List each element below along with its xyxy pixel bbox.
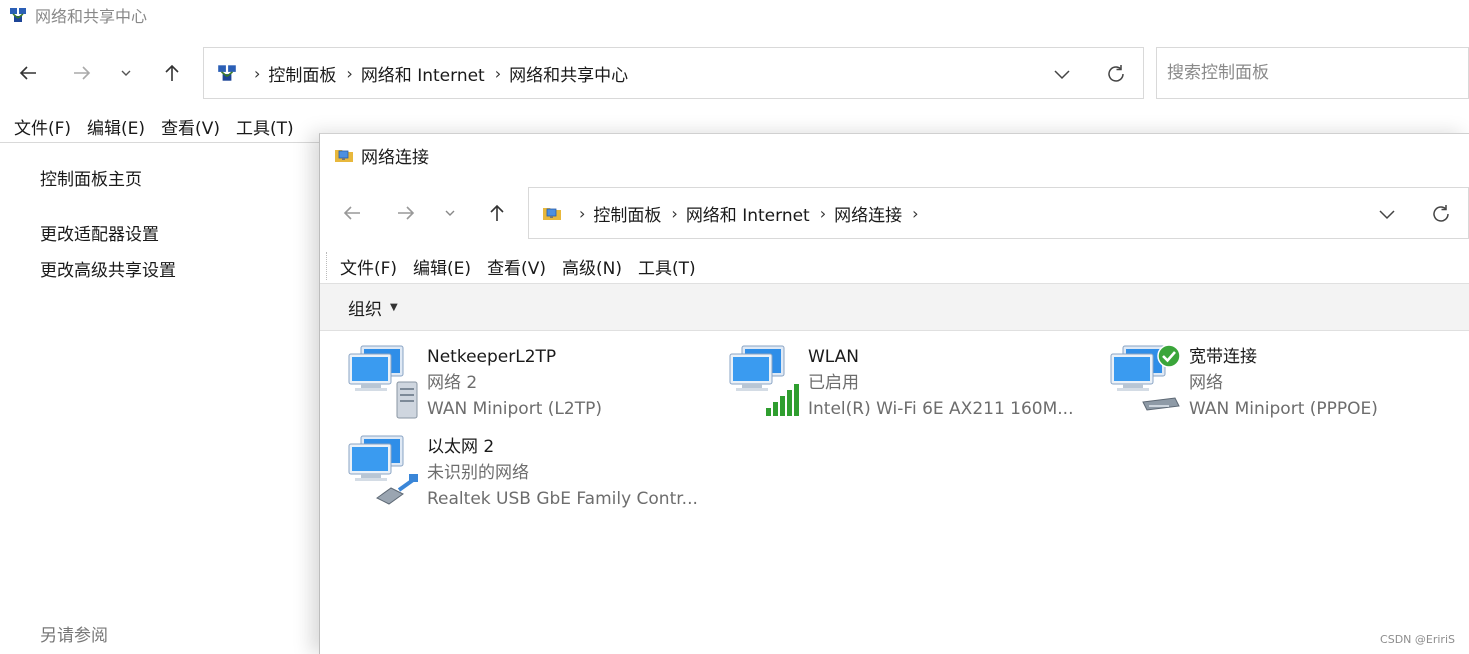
connection-status: 网络 2 [427, 373, 478, 393]
search-input[interactable] [1167, 63, 1468, 83]
arrow-left-icon [343, 206, 360, 220]
command-bar: 组织 ▼ [320, 283, 1469, 331]
arrow-right-icon [74, 66, 91, 80]
forward-button[interactable] [67, 58, 97, 88]
front-menu-bar: 文件(F) 编辑(E) 查看(V) 高级(N) 工具(T) [326, 252, 712, 280]
front-navigation-bar: › 控制面板 › 网络和 Internet › 网络连接 › [320, 186, 1469, 240]
chevron-down-icon [445, 210, 455, 216]
connection-device: Realtek USB GbE Family Contr... [427, 489, 698, 509]
menu-edit[interactable]: 编辑(E) [87, 114, 145, 139]
refresh-icon [1108, 65, 1124, 82]
front-window-titlebar: 网络连接 [320, 134, 1469, 176]
breadcrumb-item[interactable]: 网络和 Internet [686, 201, 810, 226]
breadcrumb-separator-icon: › [494, 63, 502, 83]
breadcrumb-item[interactable]: 网络和 Internet [361, 61, 485, 86]
breadcrumb-separator-icon[interactable]: › [912, 204, 918, 223]
search-box[interactable] [1156, 47, 1469, 99]
connection-status: 未识别的网络 [427, 463, 529, 483]
connection-name: NetkeeperL2TP [427, 347, 557, 367]
breadcrumb-item[interactable]: 控制面板 [593, 201, 661, 226]
refresh-button[interactable] [1104, 62, 1128, 86]
organize-button[interactable]: 组织 ▼ [348, 295, 398, 320]
connection-status: 网络 [1189, 373, 1223, 393]
connection-device: Intel(R) Wi-Fi 6E AX211 160M... [808, 399, 1074, 419]
menu-view[interactable]: 查看(V) [487, 254, 546, 279]
connection-device: WAN Miniport (PPPOE) [1189, 399, 1378, 419]
back-button[interactable] [13, 58, 43, 88]
watermark-text: CSDN @EririS [1380, 633, 1455, 646]
vpn-server-connection-icon [348, 345, 418, 419]
connection-item[interactable]: 宽带连接 网络 WAN Miniport (PPPOE) [1109, 344, 1469, 424]
menu-divider [0, 142, 320, 143]
control-panel-home-link[interactable]: 控制面板主页 [40, 165, 142, 190]
menu-file[interactable]: 文件(F) [340, 254, 397, 279]
change-advanced-sharing-link[interactable]: 更改高级共享设置 [40, 256, 176, 281]
network-connections-folder-icon [335, 150, 353, 162]
connection-item[interactable]: WLAN 已启用 Intel(R) Wi-Fi 6E AX211 160M... [728, 344, 1088, 424]
address-history-dropdown[interactable] [1050, 62, 1074, 86]
breadcrumb-item[interactable]: 网络和共享中心 [509, 61, 628, 86]
back-window-titlebar: 网络和共享中心 [0, 0, 1469, 30]
breadcrumb-separator-icon: › [819, 203, 827, 223]
menu-view[interactable]: 查看(V) [161, 114, 220, 139]
connection-name: 宽带连接 [1189, 347, 1257, 367]
breadcrumb-separator-icon: › [579, 203, 586, 223]
breadcrumb-separator-icon: › [254, 63, 261, 83]
network-connections-window: 网络连接 › 控制面板 › 网络和 Internet › 网络连接 › 文件(F… [319, 133, 1469, 654]
menu-edit[interactable]: 编辑(E) [413, 254, 471, 279]
arrow-right-icon [398, 206, 415, 220]
connection-device: WAN Miniport (L2TP) [427, 399, 602, 419]
connection-name: 以太网 2 [427, 437, 495, 457]
connection-status: 已启用 [808, 373, 859, 393]
address-history-dropdown[interactable] [1375, 202, 1399, 226]
change-adapter-settings-link[interactable]: 更改适配器设置 [40, 220, 159, 245]
breadcrumb-separator-icon: › [346, 63, 353, 83]
arrow-left-icon [19, 66, 36, 80]
see-also-heading: 另请参阅 [40, 626, 108, 646]
back-navigation-bar: › 控制面板 › 网络和 Internet › 网络和共享中心 [0, 46, 1469, 100]
breadcrumb-separator-icon: › [671, 203, 678, 223]
control-panel-icon [218, 65, 236, 81]
wifi-signal-connection-icon [729, 345, 799, 416]
breadcrumb-item[interactable]: 控制面板 [268, 61, 336, 86]
refresh-button[interactable] [1429, 202, 1453, 226]
chevron-down-icon [1054, 70, 1070, 80]
back-address-bar[interactable]: › 控制面板 › 网络和 Internet › 网络和共享中心 [203, 47, 1144, 99]
chevron-down-icon [1379, 210, 1395, 220]
menu-advanced[interactable]: 高级(N) [562, 254, 622, 279]
breadcrumb-item[interactable]: 网络连接 [834, 201, 902, 226]
refresh-icon [1433, 205, 1449, 222]
front-address-bar[interactable]: › 控制面板 › 网络和 Internet › 网络连接 › [528, 187, 1469, 239]
arrow-up-icon [165, 64, 179, 81]
forward-button[interactable] [391, 198, 421, 228]
chevron-down-icon [121, 70, 131, 76]
up-button[interactable] [157, 58, 187, 88]
menu-tools[interactable]: 工具(T) [638, 254, 696, 279]
front-window-title: 网络连接 [361, 147, 429, 168]
connection-name: WLAN [808, 347, 860, 367]
connection-item[interactable]: NetkeeperL2TP 网络 2 WAN Miniport (L2TP) [347, 344, 707, 424]
recent-locations-button[interactable] [435, 198, 465, 228]
back-menu-bar: 文件(F) 编辑(E) 查看(V) 工具(T) [14, 113, 310, 139]
menu-tools[interactable]: 工具(T) [236, 114, 294, 139]
connection-item[interactable]: 以太网 2 未识别的网络 Realtek USB GbE Family Cont… [347, 434, 707, 514]
network-center-icon [10, 8, 26, 22]
up-button[interactable] [482, 198, 512, 228]
caret-down-icon: ▼ [390, 301, 398, 313]
arrow-up-icon [490, 204, 504, 221]
broadband-connected-icon [1110, 344, 1181, 411]
back-button[interactable] [337, 198, 367, 228]
ethernet-cable-connection-icon [348, 435, 418, 505]
back-window-title: 网络和共享中心 [35, 7, 148, 26]
network-connections-folder-icon [543, 208, 561, 220]
organize-label: 组织 [348, 299, 382, 320]
recent-locations-button[interactable] [111, 58, 141, 88]
menu-file[interactable]: 文件(F) [14, 114, 71, 139]
